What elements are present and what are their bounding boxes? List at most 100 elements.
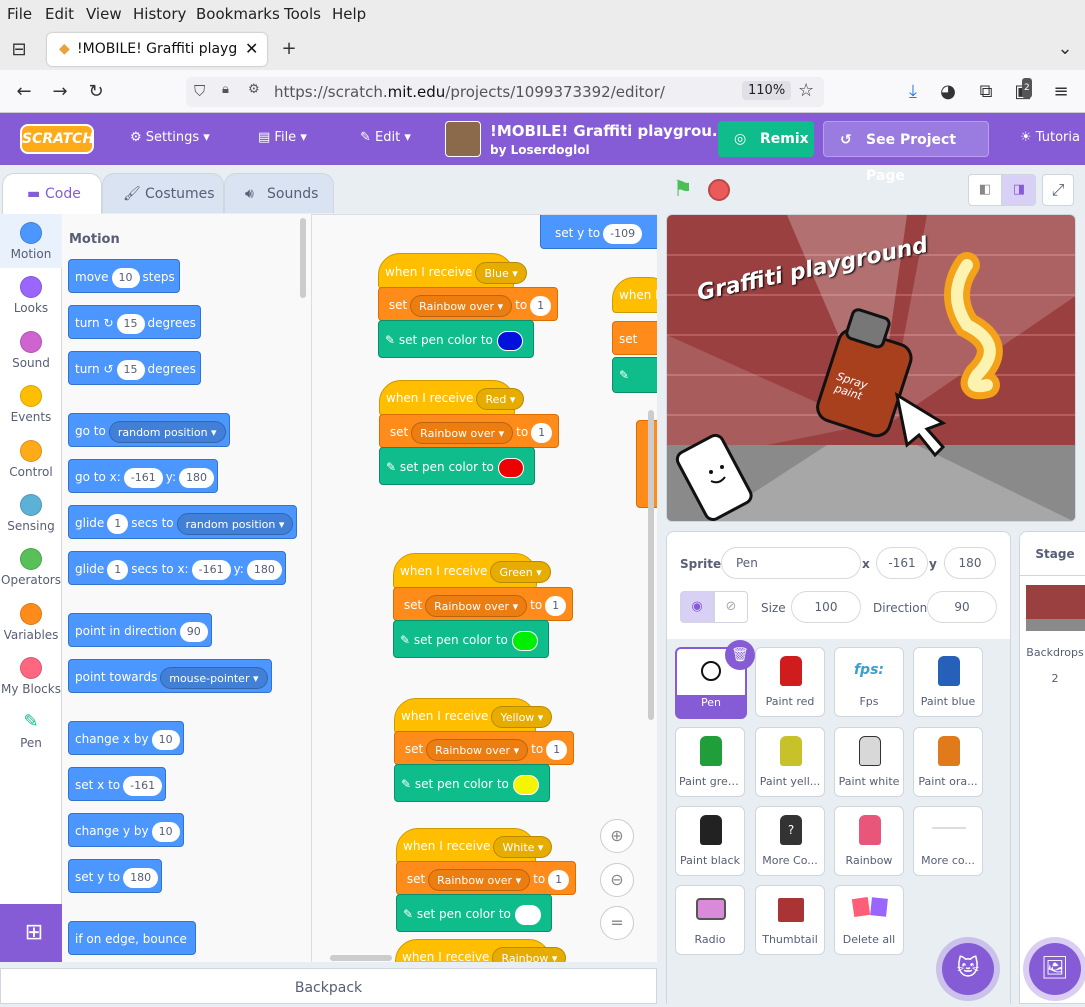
block-input[interactable]: -109 [603,223,643,244]
color-swatch[interactable] [512,774,539,795]
block-dropdown[interactable]: Red ▾ [476,387,525,410]
add-backdrop-button[interactable]: 🖼︎ [1029,943,1081,995]
turn-right-block[interactable]: turn ↻ 15 degrees [68,305,201,339]
when-i-receive-block[interactable]: when I receive White ▾ [396,828,553,864]
move-steps-block[interactable]: move 10 steps [68,259,180,293]
scratch-logo[interactable]: SCRATCH [20,124,94,154]
block-dropdown[interactable]: Green ▾ [490,560,551,583]
block-input[interactable]: 180 [123,867,159,888]
go-to-xy-block[interactable]: go to x: -161 y: 180 [68,459,219,493]
category-variables[interactable]: Variables [0,603,62,642]
settings-menu[interactable]: ⚙ Settings ▾ [130,130,210,145]
set-variable-block[interactable]: set Rainbow over ▾ to 1 [394,731,574,765]
backpack[interactable]: Backpack [0,968,657,1004]
lock-icon[interactable]: 🔒︎ [222,82,229,97]
go-to-block[interactable]: go to random position ▾ [68,413,230,447]
when-i-receive-block[interactable]: when I receive Blue ▾ [378,253,527,289]
set-y-block[interactable]: set y to -109 [540,215,657,249]
set-pen-color-block[interactable]: ✎ set pen color to [396,894,552,932]
set-variable-block[interactable]: set Rainbow over ▾ to 1 [393,587,573,621]
set-pen-color-block[interactable]: ✎ set pen color to [379,447,535,485]
change-x-block[interactable]: change x by 10 [68,721,184,755]
sprite-tile-paint-green[interactable]: Paint green [675,727,745,797]
block-input[interactable]: 1 [546,739,568,760]
block-input[interactable]: 15 [116,359,145,380]
block-input[interactable]: 90 [179,621,208,642]
change-y-block[interactable]: change y by 10 [68,813,184,847]
block-input[interactable]: 1 [107,559,129,580]
block-input[interactable]: 10 [151,729,180,750]
category-events[interactable]: Events [0,385,62,424]
category-my-blocks[interactable]: My Blocks [0,657,62,696]
when-i-receive-block[interactable]: when I receive Rainbow ▾ [395,939,567,962]
menu-tools[interactable]: Tools [284,5,321,23]
block-input[interactable]: 15 [116,313,145,334]
color-swatch[interactable] [511,630,538,651]
extension-icon[interactable]: ◕ [937,82,959,102]
close-tab-icon[interactable]: ✕ [245,39,258,58]
set-pen-color-block[interactable]: ✎ [612,357,657,393]
menu-file[interactable]: File [7,5,32,23]
block-dropdown[interactable]: random position ▾ [108,420,226,443]
list-tabs-chevron-icon[interactable]: ⌄ [1054,39,1076,59]
block-dropdown[interactable]: random position ▾ [176,512,294,535]
permissions-icon[interactable]: ⚙ [248,82,260,97]
block-input[interactable]: 1 [545,595,567,616]
glide-block[interactable]: glide 1 secs to random position ▾ [68,505,298,539]
fullscreen-button[interactable]: ⤢ [1042,174,1074,206]
menu-history[interactable]: History [133,5,186,23]
zoom-reset-button[interactable]: = [600,906,634,940]
color-swatch[interactable] [497,457,524,478]
glide-xy-block[interactable]: glide 1 secs to x: -161 y: 180 [68,551,286,585]
bounce-block[interactable]: if on edge, bounce [68,921,196,955]
category-control[interactable]: Control [0,440,62,479]
url-bar[interactable]: ⛉ 🔒︎ ⚙ https://scratch.mit.edu/projects/… [186,77,824,107]
when-i-receive-block[interactable]: when I receive Green ▾ [393,553,551,589]
downloads-icon[interactable]: ⤓ [902,82,924,102]
set-variable-block[interactable]: set Rainbow over ▾ to 1 [378,287,558,321]
set-pen-color-block[interactable]: ✎ set pen color to [378,320,534,358]
category-pen[interactable]: ✎ Pen [0,711,62,750]
bookmark-star-icon[interactable]: ☆ [798,80,814,101]
menu-bookmarks[interactable]: Bookmarks [196,5,280,23]
tab-costumes[interactable]: 🖌︎ Costumes [102,173,224,213]
workspace-horizontal-scrollbar[interactable] [330,955,392,961]
variable-dropdown[interactable]: Rainbow over ▾ [426,738,529,761]
category-motion[interactable]: Motion [0,214,62,268]
variable-dropdown[interactable]: Rainbow over ▾ [428,868,531,891]
block-input[interactable]: 180 [179,467,215,488]
menu-edit[interactable]: Edit [45,5,74,23]
set-variable-block[interactable]: set [612,321,657,355]
block-input[interactable]: 1 [107,513,129,534]
stage-panel[interactable]: Stage Backdrops 2 [1019,531,1085,1004]
block-input[interactable]: 180 [246,559,282,580]
menu-view[interactable]: View [86,5,122,23]
sprite-tile-paint-yellow[interactable]: Paint yell... [755,727,825,797]
block-input[interactable]: 10 [111,267,140,288]
back-icon[interactable]: ← [13,82,35,102]
tab-code[interactable]: ▬ Code [2,173,102,215]
add-extension-button[interactable]: ⊞ [0,904,68,962]
zoom-level[interactable]: 110% [742,81,792,100]
set-variable-block[interactable]: set Rainbow over ▾ to 1 [396,861,576,895]
sprite-tile-rainbow[interactable]: Rainbow [834,806,904,876]
project-author[interactable]: by Loserdoglol [490,143,590,157]
category-sensing[interactable]: Sensing [0,494,62,533]
palette-scrollbar[interactable] [300,218,306,298]
add-sprite-button[interactable]: 🐱︎ [942,943,994,995]
block-dropdown[interactable]: Blue ▾ [475,261,527,284]
when-i-receive-block[interactable]: when I receive Yellow ▾ [394,698,553,734]
file-menu[interactable]: ▤ File ▾ [258,130,307,145]
tutorials-button[interactable]: ☀ Tutoria [1020,130,1080,145]
sprite-tile-radio[interactable]: Radio [675,885,745,955]
block-input[interactable]: 10 [151,821,180,842]
forward-icon[interactable]: → [49,82,71,102]
when-i-receive-block[interactable]: when I receive Red ▾ [379,380,525,416]
tab-sounds[interactable]: 🔊︎ Sounds [224,173,334,213]
sprite-tile-more-colors[interactable]: ? More Co... [755,806,825,876]
y-input[interactable]: 180 [944,547,996,579]
new-tab-icon[interactable]: + [278,39,300,59]
point-direction-block[interactable]: point in direction 90 [68,613,212,647]
stage-canvas[interactable]: Graffiti playground Spray paint [666,214,1076,522]
sprite-tile-paint-blue[interactable]: Paint blue [913,647,983,717]
